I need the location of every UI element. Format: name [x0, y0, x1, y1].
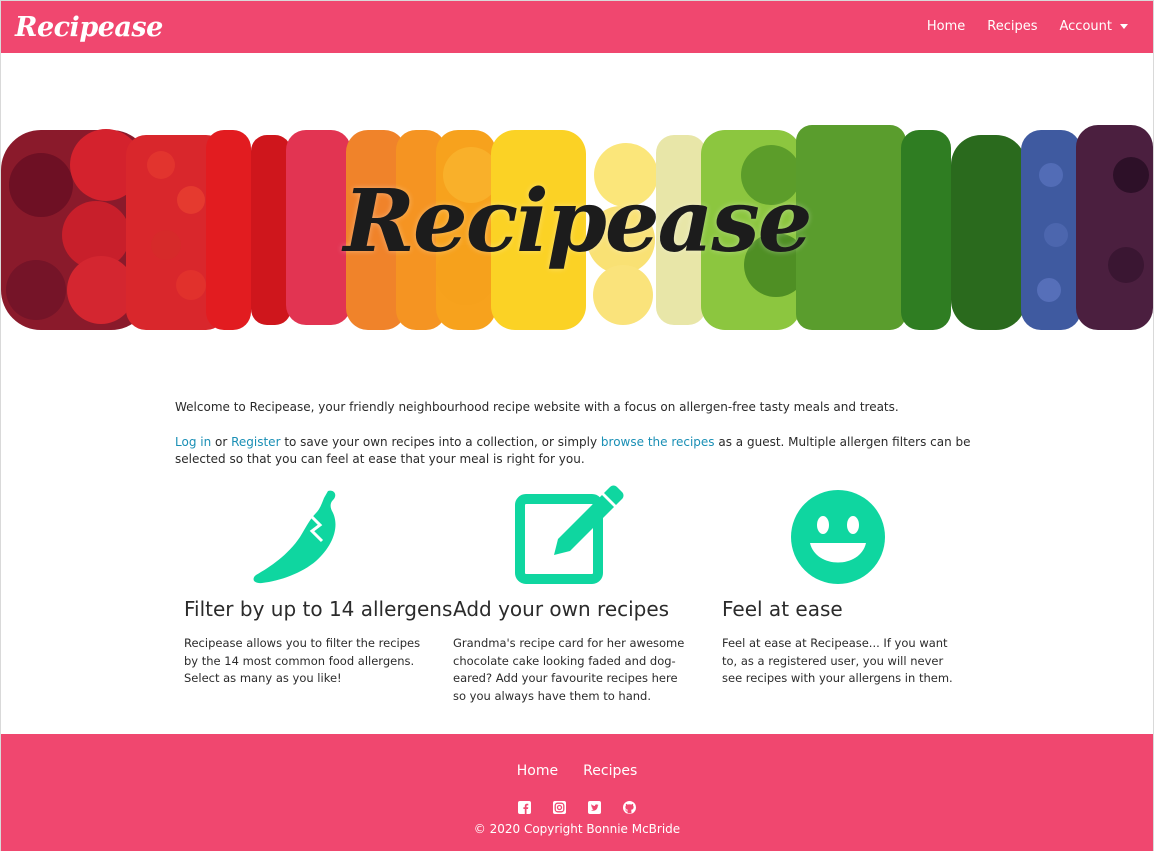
- register-link[interactable]: Register: [231, 435, 280, 449]
- footer: Home Recipes © 2020 Copyright Bonnie McB…: [1, 734, 1153, 851]
- intro-mid-text: to save your own recipes into a collecti…: [280, 435, 601, 449]
- edit-icon: [515, 485, 624, 584]
- feature-filter: Filter by up to 14 allergens Recipease a…: [175, 483, 453, 688]
- hero-title: Recipease: [343, 171, 813, 272]
- browse-recipes-link[interactable]: browse the recipes: [601, 435, 715, 449]
- footer-links: Home Recipes: [1, 760, 1153, 779]
- hero-banner: Recipease: [1, 53, 1153, 371]
- feature-add-title: Add your own recipes: [453, 597, 670, 621]
- nav-account-dropdown[interactable]: Account: [1049, 1, 1140, 53]
- feature-ease-text: Feel at ease at Recipease... If you want…: [722, 636, 953, 685]
- caret-down-icon: [1120, 24, 1128, 29]
- feature-ease-title: Feel at ease: [722, 597, 843, 621]
- navbar: Recipease Home Recipes Account: [1, 1, 1153, 53]
- feature-filter-text: Recipease allows you to filter the recip…: [184, 636, 421, 685]
- feature-add-text: Grandma's recipe card for her awesome ch…: [453, 636, 685, 703]
- nav-links: Home Recipes Account: [916, 1, 1139, 53]
- nav-recipes-link[interactable]: Recipes: [976, 1, 1048, 53]
- nav-home-link[interactable]: Home: [916, 1, 976, 53]
- brand-logo[interactable]: Recipease: [15, 12, 163, 43]
- feature-ease: Feel at ease Feel at ease at Recipease..…: [713, 483, 963, 688]
- social-icons: [1, 799, 1153, 814]
- facebook-icon[interactable]: [518, 799, 531, 814]
- instagram-icon[interactable]: [553, 799, 566, 814]
- footer-home-link[interactable]: Home: [517, 763, 558, 779]
- footer-recipes-link[interactable]: Recipes: [583, 763, 637, 779]
- intro-paragraph: Log in or Register to save your own reci…: [175, 434, 980, 468]
- github-icon[interactable]: [623, 799, 636, 814]
- feature-filter-title: Filter by up to 14 allergens: [184, 597, 453, 621]
- nav-account-label: Account: [1059, 19, 1113, 34]
- login-link[interactable]: Log in: [175, 435, 211, 449]
- feature-add: Add your own recipes Grandma's recipe ca…: [444, 483, 694, 705]
- intro-section: Welcome to Recipease, your friendly neig…: [175, 399, 980, 486]
- features-section: Filter by up to 14 allergens Recipease a…: [175, 483, 980, 713]
- welcome-text: Welcome to Recipease, your friendly neig…: [175, 400, 899, 414]
- or-text: or: [211, 435, 232, 449]
- chili-pepper-icon: [253, 490, 336, 584]
- copyright-text: © 2020 Copyright Bonnie McBride: [473, 822, 681, 836]
- smile-icon: [791, 490, 885, 584]
- twitter-icon[interactable]: [588, 799, 601, 814]
